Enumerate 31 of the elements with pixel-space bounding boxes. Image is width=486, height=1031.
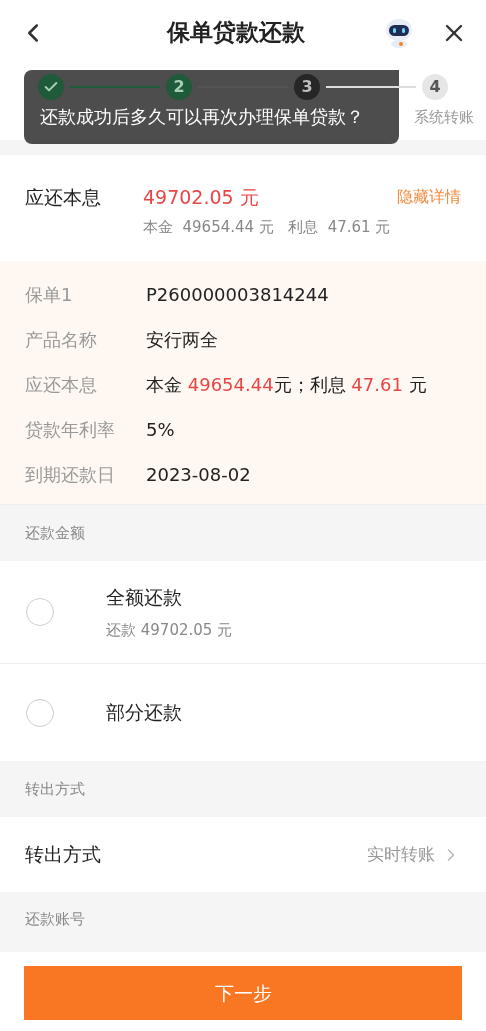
step-marker: 4 [422,74,448,100]
detail-label: 到期还款日 [25,463,116,487]
page-title: 保单贷款还款 [165,18,306,48]
next-button[interactable]: 下一步 [24,966,462,1020]
summary-amount: 49702.05 元 [143,185,260,210]
detail-label: 应还本息 [25,373,98,397]
row-value: 实时转账 [367,842,435,866]
option-subtext: 还款 49702.05 元 [106,620,233,641]
radio-button[interactable] [26,598,54,626]
summary-breakdown: 本金 49654.44 元 利息 47.61 元 [143,217,392,238]
hide-details-link[interactable]: 隐藏详情 [397,183,461,211]
row-label: 转出方式 [25,842,102,868]
section-title: 转出方式 [25,778,85,800]
radio-button[interactable] [26,698,54,727]
section-title: 还款账号 [25,909,85,930]
detail-label: 产品名称 [25,328,98,352]
summary-label: 应还本息 [25,185,102,210]
detail-value: 2023-08-02 [146,463,251,487]
transfer-method-row[interactable]: 转出方式 实时转账 [0,817,486,892]
detail-label: 保单1 [25,283,74,307]
section-title: 还款金额 [25,522,85,544]
detail-value: P260000003814244 [146,283,329,307]
step-label: 系统转账 [414,107,474,128]
detail-value: 5% [146,418,175,442]
tooltip-text: 还款成功后多久可以再次办理保单贷款？ [40,104,364,129]
detail-value: 本金 49654.44元；利息 47.61 元 [146,373,427,397]
detail-value: 安行两全 [146,328,218,352]
option-label: 部分还款 [106,700,182,726]
detail-label: 贷款年利率 [25,418,116,442]
option-label: 全额还款 [106,584,183,610]
robot-icon[interactable] [384,16,414,49]
